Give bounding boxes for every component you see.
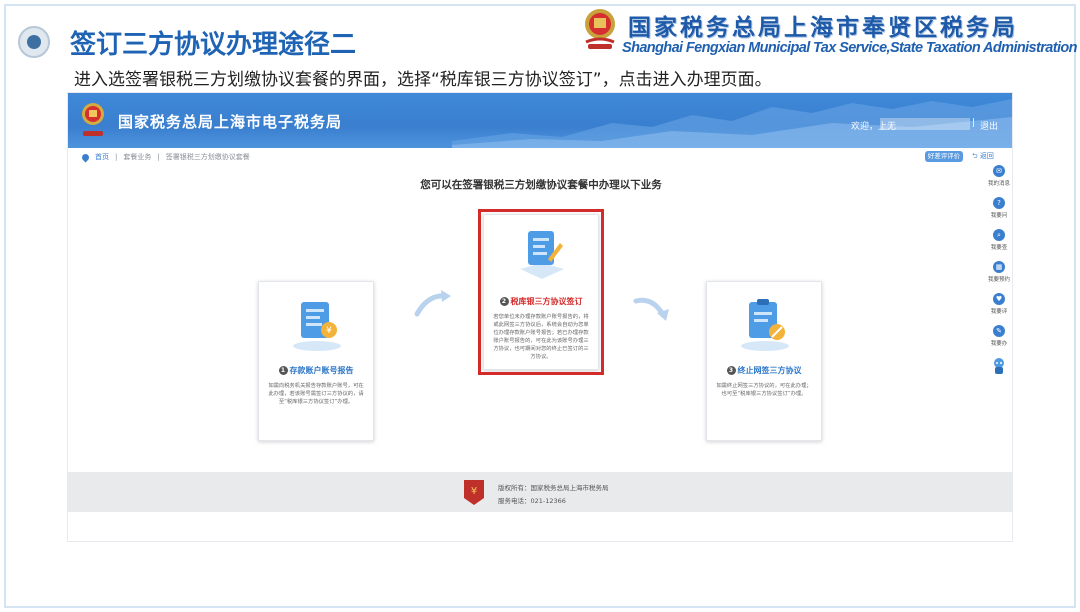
card-description: 如需向税务机关报告存款账户账号，可在此办理，若该账号需签订三方协议的，请至“税库… (268, 383, 364, 405)
edit-icon: ✎ (993, 325, 1005, 337)
header-separator: | (972, 118, 976, 128)
portal-footer: ¥ 版权所有：国家税务总局上海市税务局 服务电话：021-12366 (68, 472, 1012, 512)
back-label: 返回 (979, 152, 994, 160)
card-title-text: 终止网签三方协议 (737, 366, 802, 375)
curved-arrow-icon (414, 290, 451, 317)
rail-label: 我要评 (990, 309, 1008, 315)
rail-label: 我要查 (990, 245, 1008, 251)
slide-title: 签订三方协议办理途径二 (70, 30, 357, 60)
question-icon: ? (993, 197, 1005, 209)
document-coin-icon: ¥ (293, 302, 341, 351)
document-cancel-icon (741, 299, 789, 351)
breadcrumb-package[interactable]: 套餐业务 (123, 152, 151, 162)
portal-header: 国家税务总局上海市电子税务局 欢迎，上无 | 退出 (68, 93, 1012, 148)
tax-emblem-icon (585, 9, 615, 49)
location-pin-icon (80, 152, 91, 162)
card-title: 3 终止网签三方协议 (707, 365, 821, 376)
main-heading: 您可以在签署银税三方划缴协议套餐中办理以下业务 (420, 179, 662, 191)
breadcrumb: 首页 | 套餐业务 | 签署银税三方划缴协议套餐 (80, 152, 250, 162)
step-number: 1 (278, 366, 288, 375)
step-number: 3 (726, 366, 736, 375)
breadcrumb-sep: | (157, 153, 160, 161)
redacted-username (880, 118, 970, 130)
logout-link[interactable]: 退出 (980, 119, 998, 132)
card-account-report[interactable]: ¥ 1 存款账户账号报告 如需向税务机关报告存款账户账号，可在此办理，若该账号需签… (258, 281, 374, 441)
breadcrumb-home[interactable]: 首页 (95, 152, 109, 162)
portal-screenshot: 国家税务总局上海市电子税务局 欢迎，上无 | 退出 首页 | 套餐业务 | 签署… (67, 92, 1013, 542)
org-name-cn: 国家税务总局上海市奉贤区税务局 (628, 15, 1018, 41)
card-terminate-agreement[interactable]: 3 终止网签三方协议 如需终止网签三方协议的，可在此办理；也可至“税库银三方协议签… (706, 281, 822, 441)
svg-text:¥: ¥ (471, 486, 477, 497)
message-icon: ✉ (993, 165, 1005, 177)
tax-logo-icon: ¥ (464, 480, 484, 505)
instruction-text: 进入选签署银税三方划缴协议套餐的界面，选择“税库银三方协议签订”，点击进入办理页… (74, 70, 772, 90)
svg-text:¥: ¥ (326, 326, 332, 336)
search-icon: ⌕ (993, 229, 1005, 241)
breadcrumb-sep: | (115, 153, 118, 161)
rail-item-rate[interactable]: ♥ 我要评 (987, 293, 1011, 315)
curved-arrow-icon (633, 297, 669, 321)
card-title-text: 存款账户账号报告 (289, 366, 354, 375)
heart-icon: ♥ (993, 293, 1005, 305)
robot-icon (994, 358, 1004, 374)
highlight-box (478, 209, 604, 375)
rail-item-ask[interactable]: ? 我要问 (987, 197, 1011, 219)
bullet-icon (18, 26, 50, 58)
breadcrumb-current: 签署银税三方划缴协议套餐 (165, 153, 250, 161)
org-name-en: Shanghai Fengxian Municipal Tax Service,… (622, 40, 1078, 56)
rail-label: 我要预约 (987, 277, 1010, 283)
rail-label: 我要办 (990, 341, 1008, 347)
rail-item-appointment[interactable]: ▦ 我要预约 (987, 261, 1011, 283)
footer-copyright: 版权所有：国家税务总局上海市税务局 (498, 484, 609, 492)
footer-phone: 服务电话：021-12366 (498, 497, 566, 505)
back-link[interactable]: ⮌ 返回 (972, 151, 994, 163)
portal-emblem-icon (82, 103, 104, 136)
rail-item-handle[interactable]: ✎ 我要办 (987, 325, 1011, 347)
card-title: 1 存款账户账号报告 (259, 365, 373, 376)
evaluation-button[interactable]: 好差评评价 (925, 151, 963, 162)
portal-title: 国家税务总局上海市电子税务局 (118, 113, 343, 131)
calendar-icon: ▦ (993, 261, 1005, 273)
rail-label: 我要问 (990, 213, 1008, 219)
card-description: 如需终止网签三方协议的，可在此办理；也可至“税库银三方协议签订”办理。 (716, 383, 812, 397)
rail-item-query[interactable]: ⌕ 我要查 (987, 229, 1011, 251)
rail-item-assistant[interactable] (987, 357, 1011, 379)
